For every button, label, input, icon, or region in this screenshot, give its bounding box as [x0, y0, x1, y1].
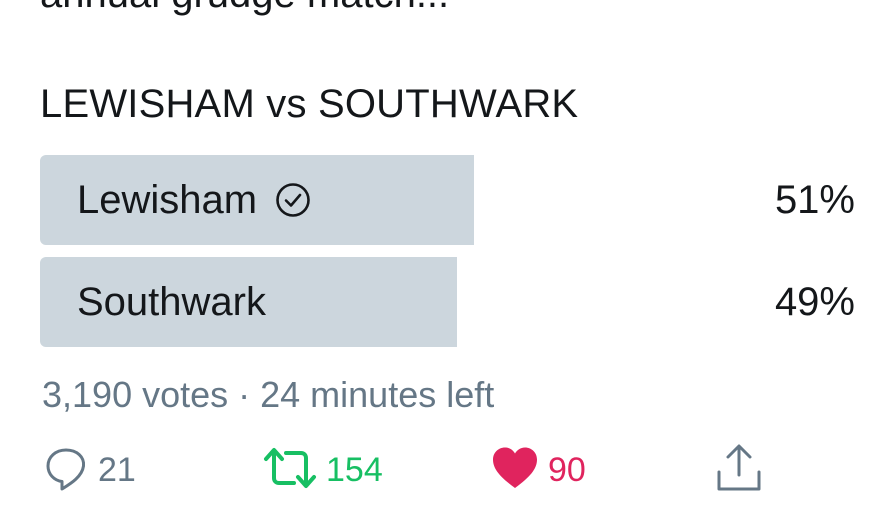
like-count: 90 [548, 450, 586, 489]
speech-bubble-icon [42, 444, 90, 497]
poll-option-percent: 51% [774, 177, 855, 222]
reply-count: 21 [98, 450, 136, 489]
like-button[interactable]: 90 [490, 440, 586, 500]
reply-button[interactable]: 21 [42, 440, 136, 500]
retweet-arrows-icon [262, 444, 318, 497]
poll-option-label: Southwark [77, 279, 266, 324]
tweet-text-truncated: annual grudge match... [40, 0, 449, 17]
poll-option-label-wrap: Southwark [77, 257, 266, 347]
poll-option-label-wrap: Lewisham [77, 155, 311, 245]
retweet-button[interactable]: 154 [262, 440, 383, 500]
poll-option-percent: 49% [774, 279, 855, 324]
checkmark-circle-icon [275, 182, 311, 218]
share-button[interactable] [713, 440, 765, 500]
poll-meta: 3,190 votes · 24 minutes left [42, 374, 495, 415]
share-upload-icon [713, 442, 765, 499]
tweet-actions: 21 154 90 [0, 440, 870, 500]
retweet-count: 154 [326, 450, 383, 489]
heart-icon [490, 444, 540, 497]
poll-option-lewisham: Lewisham 51% [40, 155, 855, 245]
poll-option-southwark: Southwark 49% [40, 257, 855, 347]
poll-question: LEWISHAM vs SOUTHWARK [40, 82, 579, 126]
poll-option-label: Lewisham [77, 177, 258, 222]
